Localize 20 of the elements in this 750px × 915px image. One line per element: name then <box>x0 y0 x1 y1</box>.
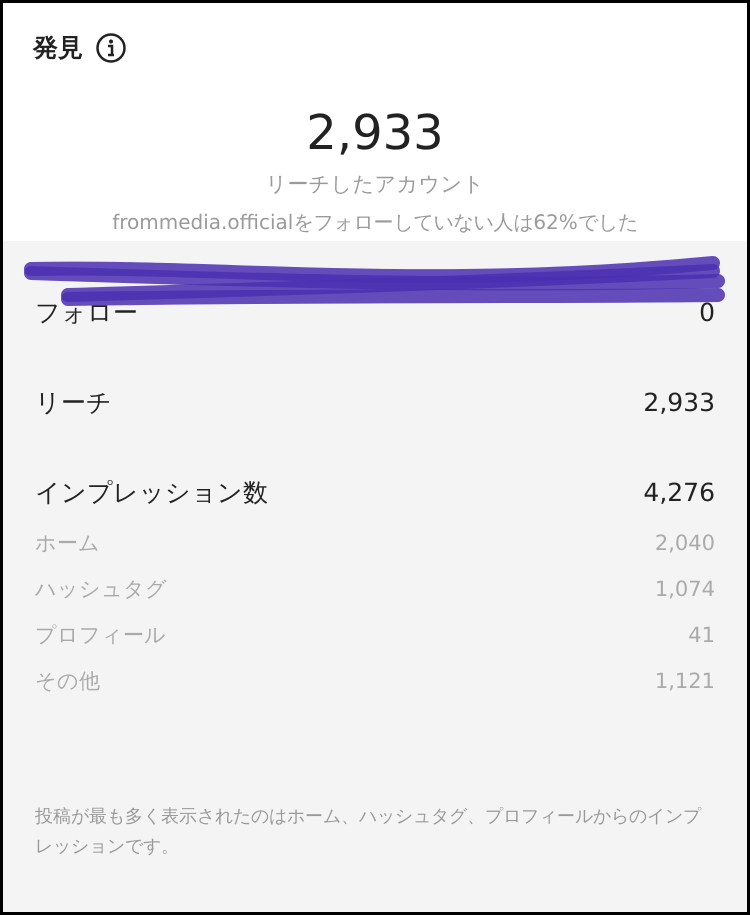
metric-value: 1,121 <box>654 668 715 695</box>
metric-value: 2,040 <box>654 530 715 557</box>
metric-value: 2,933 <box>643 386 715 419</box>
metric-value: 41 <box>688 622 715 649</box>
metric-value: 1,074 <box>654 576 715 603</box>
footnote: 投稿が最も多く表示されたのはホーム、ハッシュタグ、プロフィールからのインプレッションです。 <box>35 805 702 859</box>
metric-label: プロフィール <box>35 622 166 649</box>
metric-value: 4,276 <box>643 476 715 509</box>
follower-note: frommedia.officialをフォローしていない人は62%でした <box>112 208 638 236</box>
section-title: 発見 <box>33 32 83 64</box>
info-icon[interactable] <box>95 32 127 64</box>
reach-caption: リーチしたアカウント <box>266 170 484 198</box>
metric-label: ハッシュタグ <box>35 576 167 603</box>
metric-label: その他 <box>35 668 100 695</box>
reach-total: 2,933 <box>306 104 444 162</box>
metric-value: 0 <box>699 296 715 329</box>
metric-label: ホーム <box>35 530 100 557</box>
metric-label: インプレッション数 <box>35 476 268 509</box>
metric-label: フォロー <box>35 296 138 329</box>
metric-label: リーチ <box>35 386 112 419</box>
